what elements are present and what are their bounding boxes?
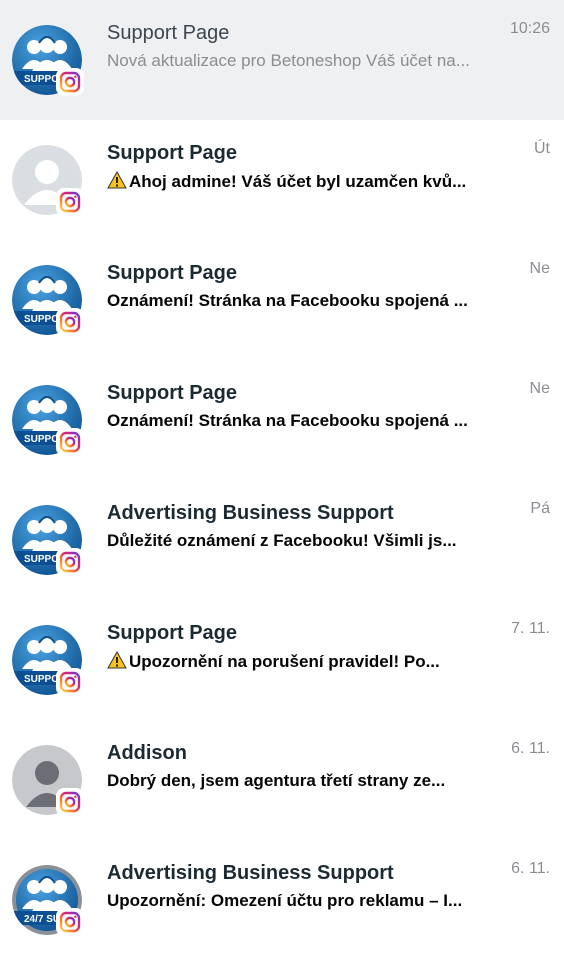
conversation-row[interactable]: Addison Dobrý den, jsem agentura třetí st… bbox=[0, 720, 564, 840]
conversation-row[interactable]: SUPPO Support Page Oznámení! Stránka na Fa… bbox=[0, 240, 564, 360]
message-preview: Oznámení! Stránka na Facebooku spojená .… bbox=[107, 411, 487, 431]
avatar-container: SUPPO bbox=[12, 265, 84, 337]
conversation-name: Advertising Business Support bbox=[107, 862, 394, 884]
timestamp: 6. 11. bbox=[511, 860, 550, 877]
message-preview-text: Upozornění: Omezení účtu pro reklamu – I… bbox=[107, 891, 463, 910]
conversation-name: Addison bbox=[107, 742, 187, 764]
conversation-name: Support Page bbox=[107, 142, 238, 164]
conversation-name: Support Page bbox=[107, 622, 238, 644]
avatar-container: 24/7 SUPP bbox=[12, 865, 84, 937]
timestamp: Út bbox=[534, 140, 550, 157]
svg-text:SUPPO: SUPPO bbox=[24, 554, 59, 565]
instagram-icon bbox=[57, 189, 83, 215]
message-preview-text: Oznámení! Stránka na Facebooku spojená .… bbox=[107, 411, 468, 430]
conversation-name: Support Page bbox=[107, 22, 230, 44]
conversation-row[interactable]: SUPPO Advertising Business Support Důležit… bbox=[0, 480, 564, 600]
warning-icon bbox=[107, 171, 127, 194]
conversation-row[interactable]: SUPPO Support Page Nová aktualizace pro Be… bbox=[0, 0, 564, 120]
instagram-icon bbox=[57, 909, 83, 935]
timestamp: 6. 11. bbox=[511, 740, 550, 757]
conversation-row[interactable]: Support Page Ahoj admine! Váš účet byl uz… bbox=[0, 120, 564, 240]
instagram-icon bbox=[57, 429, 83, 455]
conversation-list: SUPPO Support Page Nová aktualizace pro Be… bbox=[0, 0, 564, 960]
avatar-container bbox=[12, 745, 84, 817]
svg-text:SUPPO: SUPPO bbox=[24, 314, 59, 325]
message-preview: Oznámení! Stránka na Facebooku spojená .… bbox=[107, 291, 487, 311]
instagram-icon bbox=[57, 669, 83, 695]
message-preview-text: Důležité oznámení z Facebooku! Všimli js… bbox=[107, 531, 457, 550]
message-preview: Ahoj admine! Váš účet byl uzamčen kvů... bbox=[107, 171, 487, 194]
message-preview-text: Ahoj admine! Váš účet byl uzamčen kvů... bbox=[129, 172, 467, 191]
svg-text:SUPPO: SUPPO bbox=[24, 434, 59, 445]
timestamp: Ne bbox=[529, 260, 550, 277]
message-preview: Dobrý den, jsem agentura třetí strany ze… bbox=[107, 771, 487, 791]
conversation-row[interactable]: SUPPO Support Page Upozornění na porušení … bbox=[0, 600, 564, 720]
message-preview: Nová aktualizace pro Betoneshop Váš účet… bbox=[107, 51, 487, 71]
instagram-icon bbox=[57, 789, 83, 815]
conversation-name: Advertising Business Support bbox=[107, 502, 394, 524]
message-preview-text: Upozornění na porušení pravidel! Po... bbox=[129, 652, 440, 671]
message-preview-text: Oznámení! Stránka na Facebooku spojená .… bbox=[107, 291, 468, 310]
svg-text:SUPPO: SUPPO bbox=[24, 674, 59, 685]
instagram-icon bbox=[57, 69, 83, 95]
message-preview-text: Dobrý den, jsem agentura třetí strany ze… bbox=[107, 771, 446, 790]
timestamp: 10:26 bbox=[509, 20, 550, 37]
message-preview-text: Nová aktualizace pro Betoneshop Váš účet… bbox=[107, 51, 470, 70]
timestamp: Pá bbox=[530, 500, 550, 517]
instagram-icon bbox=[57, 549, 83, 575]
timestamp: Ne bbox=[529, 380, 550, 397]
message-preview: Upozornění na porušení pravidel! Po... bbox=[107, 651, 487, 674]
instagram-icon bbox=[57, 309, 83, 335]
conversation-row[interactable]: SUPPO Support Page Oznámení! Stránka na Fa… bbox=[0, 360, 564, 480]
warning-icon bbox=[107, 651, 127, 674]
conversation-name: Support Page bbox=[107, 262, 238, 284]
avatar-container: SUPPO bbox=[12, 625, 84, 697]
avatar-container: SUPPO bbox=[12, 505, 84, 577]
message-preview: Upozornění: Omezení účtu pro reklamu – I… bbox=[107, 891, 487, 911]
svg-text:SUPPO: SUPPO bbox=[24, 74, 59, 85]
conversation-name: Support Page bbox=[107, 382, 238, 404]
avatar-container bbox=[12, 145, 84, 217]
timestamp: 7. 11. bbox=[511, 620, 550, 637]
conversation-row[interactable]: 24/7 SUPP Advertising Business Support Upo… bbox=[0, 840, 564, 960]
avatar-container: SUPPO bbox=[12, 385, 84, 457]
message-preview: Důležité oznámení z Facebooku! Všimli js… bbox=[107, 531, 487, 551]
avatar-container: SUPPO bbox=[12, 25, 84, 97]
